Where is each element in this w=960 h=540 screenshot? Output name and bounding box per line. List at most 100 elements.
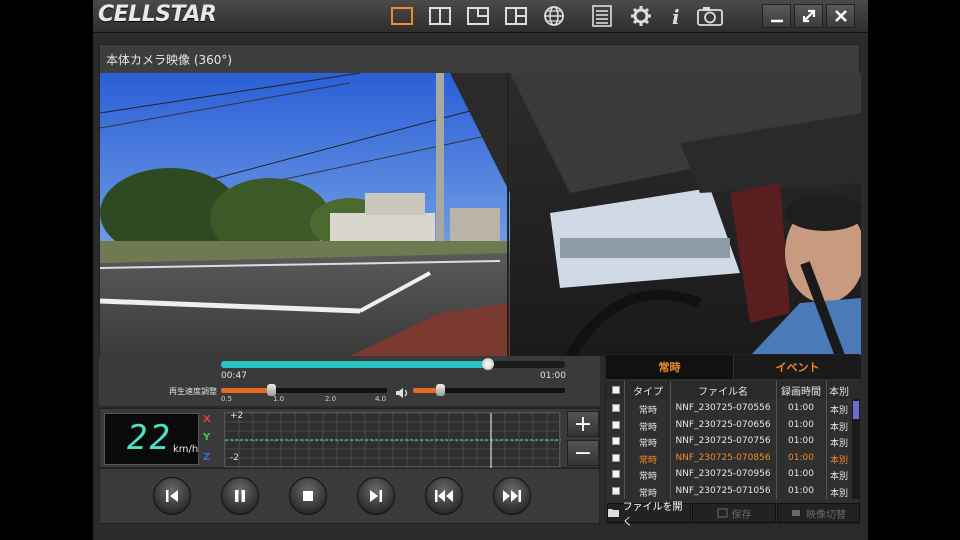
pause-icon: [235, 490, 245, 502]
camera-panel: 本体カメラ映像 (360°): [99, 44, 861, 356]
quad-view-button[interactable]: [503, 4, 529, 28]
next-file-button[interactable]: [493, 477, 531, 515]
row-extra: 本別: [829, 406, 848, 416]
quad-view-icon: [505, 7, 527, 25]
seek-bar-thumb[interactable]: [481, 358, 494, 370]
video-view[interactable]: [100, 73, 861, 356]
playback-speed-fill: [221, 388, 271, 393]
maximize-button[interactable]: [794, 4, 823, 28]
open-file-button[interactable]: ファイルを開く: [607, 502, 691, 528]
row-file-name: NNF_230725-070956: [675, 469, 771, 479]
axis-y-label: Y: [203, 432, 211, 443]
row-checkbox[interactable]: [612, 437, 620, 445]
snapshot-button[interactable]: [697, 4, 723, 28]
skip-previous-button[interactable]: [153, 477, 191, 515]
stop-icon: [303, 491, 313, 501]
gear-icon: [631, 6, 651, 26]
row-extra: 本別: [829, 455, 848, 466]
expand-icon: [802, 9, 815, 23]
row-checkbox[interactable]: [612, 470, 620, 478]
video-frame: [100, 73, 861, 356]
file-row[interactable]: 常時 NNF_230725-070656 01:00 本別: [606, 418, 852, 434]
playback-panel: 00:47 01:00 再生速度調整 0.5 1.0 2.0 4.0: [99, 356, 600, 406]
save-button[interactable]: 保存: [692, 503, 776, 523]
row-checkbox[interactable]: [612, 486, 620, 495]
info-button[interactable]: i: [663, 4, 689, 28]
svg-text:i: i: [672, 5, 680, 27]
tab-normal[interactable]: 常時: [606, 355, 733, 379]
row-extra: 本別: [829, 422, 848, 433]
pip-view-button[interactable]: [465, 4, 491, 28]
open-file-label: ファイルを開く: [622, 502, 683, 528]
row-extra: 本別: [829, 488, 848, 499]
row-type: 常時: [638, 472, 657, 482]
row-type: 常時: [638, 455, 657, 466]
single-view-icon: [391, 7, 413, 25]
graph-min-label: -2: [230, 453, 239, 463]
dual-view-button[interactable]: [427, 4, 453, 28]
file-row[interactable]: 常時 NNF_230725-070556 01:00 本別: [606, 401, 852, 417]
row-checkbox[interactable]: [612, 453, 620, 462]
file-row[interactable]: 常時 NNF_230725-070756 01:00 本別: [606, 434, 852, 450]
switch-video-button[interactable]: 映像切替: [777, 503, 860, 523]
row-extra: 本別: [829, 439, 848, 449]
file-row[interactable]: 常時 NNF_230725-070956 01:00 本別: [606, 467, 852, 483]
row-type: 常時: [638, 422, 657, 433]
file-list-scrollbar[interactable]: [852, 399, 860, 499]
skip-next-button[interactable]: [357, 477, 395, 515]
skip-next-icon: [370, 490, 382, 502]
volume-thumb[interactable]: [436, 384, 446, 396]
gsensor-panel: 22 km/h X Y Z +2 -2 + −: [99, 408, 600, 468]
row-checkbox[interactable]: [612, 420, 620, 429]
zoom-out-button[interactable]: −: [567, 440, 599, 466]
row-duration: 01:00: [788, 469, 814, 479]
time-current: 00:47: [221, 371, 247, 381]
stop-button[interactable]: [289, 477, 327, 515]
row-file-name: NNF_230725-070856: [675, 452, 771, 463]
volume-icon[interactable]: [395, 384, 409, 403]
single-view-button[interactable]: [389, 4, 415, 28]
row-checkbox[interactable]: [612, 404, 620, 412]
zoom-in-button[interactable]: +: [567, 411, 599, 437]
speed-value: 22: [127, 418, 172, 458]
row-type: 常時: [638, 406, 657, 416]
previous-file-button[interactable]: [425, 477, 463, 515]
dual-view-icon: [429, 7, 451, 25]
skip-previous-icon: [166, 490, 178, 502]
playback-speed-slider[interactable]: [221, 384, 387, 396]
switch-video-label: 映像切替: [806, 509, 846, 521]
col-type[interactable]: タイプ: [626, 383, 670, 398]
row-file-name: NNF_230725-071056: [675, 485, 771, 496]
col-duration[interactable]: 録画時間: [776, 383, 826, 398]
pip-view-icon: [467, 7, 489, 25]
list-icon: [592, 5, 612, 27]
minimize-button[interactable]: [762, 4, 791, 28]
speed-tick: 0.5: [221, 395, 233, 403]
settings-button[interactable]: [628, 4, 654, 28]
speed-label: 再生速度調整: [169, 387, 217, 396]
pause-button[interactable]: [221, 477, 259, 515]
list-button[interactable]: [589, 4, 615, 28]
select-all-checkbox[interactable]: [612, 386, 620, 394]
folder-icon: [608, 509, 619, 517]
col-extra[interactable]: 本別: [826, 383, 852, 398]
speed-unit: km/h: [173, 444, 199, 455]
row-duration: 01:00: [788, 419, 814, 430]
row-extra: 本別: [829, 472, 848, 482]
app-window: CELLSTAR i 本体カメラ映像 (360°) 00:47 01:00 再生…: [93, 0, 868, 540]
seek-bar[interactable]: [221, 358, 565, 370]
tab-event[interactable]: イベント: [734, 355, 861, 379]
map-button[interactable]: [541, 4, 567, 28]
close-icon: [834, 10, 847, 22]
row-type: 常時: [638, 488, 657, 499]
volume-slider[interactable]: [413, 384, 565, 396]
col-file-name[interactable]: ファイル名: [670, 383, 776, 398]
title-bar: CELLSTAR i: [93, 0, 868, 33]
close-button[interactable]: [826, 4, 855, 28]
file-row[interactable]: 常時 NNF_230725-070856 01:00 本別: [606, 451, 852, 467]
scrollbar-thumb[interactable]: [853, 401, 859, 419]
row-duration: 01:00: [788, 436, 814, 446]
camera-title: 本体カメラ映像 (360°): [106, 53, 233, 67]
row-file-name: NNF_230725-070656: [675, 419, 771, 430]
gsensor-graph-canvas: [224, 412, 562, 468]
